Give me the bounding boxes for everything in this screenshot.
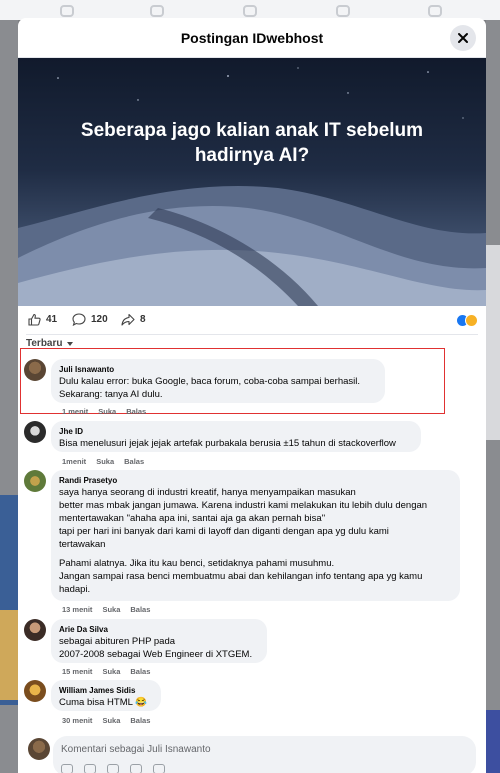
reaction-summary[interactable] (456, 314, 478, 327)
reply-link[interactable]: Balas (124, 457, 144, 466)
comment-text: Dulu kalau error: buka Google, baca foru… (59, 376, 360, 400)
groups-icon (336, 5, 350, 17)
comment-text: Cuma bisa HTML 😂 (59, 697, 148, 708)
like-action[interactable]: 41 (28, 313, 57, 326)
composer-tools (61, 764, 176, 773)
share-icon (121, 313, 135, 326)
reply-link[interactable]: Balas (130, 667, 150, 676)
share-count: 8 (140, 314, 146, 325)
gif-icon[interactable] (153, 764, 165, 773)
sticker-icon[interactable] (61, 764, 73, 773)
marketplace-icon (243, 5, 257, 17)
background-banner (486, 710, 500, 773)
dialog-header: Postingan IDwebhost (18, 18, 486, 58)
reply-link[interactable]: Balas (130, 716, 150, 725)
comment-bubble: Jhe ID Bisa menelusuri jejak jejak artef… (51, 421, 421, 452)
avatar-sticker-icon[interactable] (84, 764, 96, 773)
comment-bubble: Randi Prasetyo saya hanya seorang di ind… (51, 470, 460, 601)
reply-link[interactable]: Balas (130, 605, 150, 614)
post-actions-bar: 41 120 8 (18, 306, 486, 334)
composer-avatar[interactable] (28, 738, 50, 760)
avatar[interactable] (24, 359, 46, 381)
close-button[interactable] (450, 25, 476, 51)
comment-meta: 30 menit Suka Balas (62, 716, 160, 725)
comment-time[interactable]: 1 menit (62, 407, 88, 416)
comment-text: Bisa menelusuri jejak jejak artefak purb… (59, 438, 396, 449)
like-link[interactable]: Suka (98, 407, 116, 416)
gaming-icon (428, 5, 442, 17)
comment-count: 120 (91, 314, 108, 325)
comment-meta: 1menit Suka Balas (62, 457, 154, 466)
comment-composer: Komentari sebagai Juli Isnawanto (18, 728, 486, 773)
comment-meta: 13 menit Suka Balas (62, 605, 160, 614)
background-topbar (0, 0, 500, 20)
comment-text: sebagai abituren PHP pada 2007-2008 seba… (59, 636, 253, 660)
avatar[interactable] (24, 470, 46, 492)
camera-icon[interactable] (130, 764, 142, 773)
avatar[interactable] (24, 421, 46, 443)
comment-icon (72, 313, 86, 326)
background-promo-image (0, 610, 18, 700)
like-link[interactable]: Suka (96, 457, 114, 466)
comment-author[interactable]: William James Sidis (59, 685, 152, 696)
like-link[interactable]: Suka (102, 716, 120, 725)
post-image[interactable]: Seberapa jago kalian anak IT sebelum had… (18, 58, 486, 306)
post-caption: Seberapa jago kalian anak IT sebelum had… (80, 120, 424, 166)
dialog-title: Postingan IDwebhost (180, 30, 324, 46)
comment-author[interactable]: Arie Da Silva (59, 624, 258, 635)
thumbs-up-icon (28, 313, 41, 326)
comment-time[interactable]: 15 menit (62, 667, 92, 676)
reply-link[interactable]: Balas (126, 407, 146, 416)
emoji-icon[interactable] (107, 764, 119, 773)
comment-time[interactable]: 13 menit (62, 605, 92, 614)
like-link[interactable]: Suka (102, 605, 120, 614)
comment-time[interactable]: 30 menit (62, 716, 92, 725)
avatar[interactable] (24, 680, 46, 702)
comment-text: saya hanya seorang di industri kreatif, … (59, 487, 428, 550)
comment-input-placeholder: Komentari sebagai Juli Isnawanto (61, 744, 211, 755)
share-action[interactable]: 8 (121, 313, 146, 326)
comment-text-paragraph: Pahami alatnya. Jika itu kau benci, seti… (59, 558, 423, 595)
home-icon (60, 5, 74, 17)
background-card (486, 245, 500, 440)
post-dialog: Postingan IDwebhost Seberapa jago kalian… (18, 18, 486, 773)
chevron-down-icon (67, 342, 73, 346)
comment-time[interactable]: 1menit (62, 457, 86, 466)
haha-reaction-icon (465, 314, 478, 327)
comment-bubble: Arie Da Silva sebagai abituren PHP pada … (51, 619, 267, 663)
comment-meta: 1 menit Suka Balas (62, 407, 156, 416)
comment-bubble: Juli Isnawanto Dulu kalau error: buka Go… (51, 359, 385, 403)
comment-bubble: William James Sidis Cuma bisa HTML 😂 (51, 680, 161, 711)
comment-input[interactable]: Komentari sebagai Juli Isnawanto (53, 736, 476, 773)
desert-dunes-graphic (18, 67, 486, 306)
like-link[interactable]: Suka (102, 667, 120, 676)
comment-action[interactable]: 120 (72, 313, 108, 326)
close-icon (458, 33, 468, 43)
comment-author[interactable]: Jhe ID (59, 426, 412, 437)
comment-author[interactable]: Juli Isnawanto (59, 364, 376, 375)
background-right-column (486, 20, 500, 773)
like-count: 41 (46, 314, 58, 325)
video-icon (150, 5, 164, 17)
avatar[interactable] (24, 619, 46, 641)
comment-author[interactable]: Randi Prasetyo (59, 475, 451, 486)
comment-meta: 15 menit Suka Balas (62, 667, 160, 676)
background-left-column (0, 20, 18, 773)
